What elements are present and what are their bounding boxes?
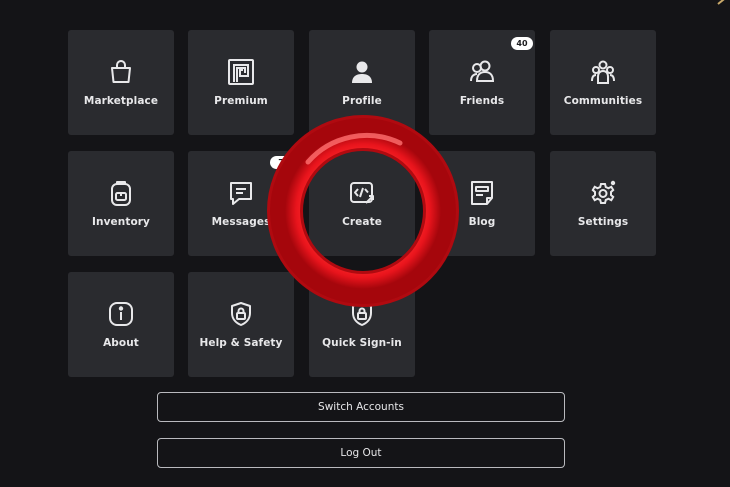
tile-label: Friends <box>459 95 505 107</box>
tile-settings[interactable]: Settings <box>550 151 656 256</box>
tile-label: About <box>103 337 139 349</box>
tile-blog[interactable]: Blog <box>429 151 535 256</box>
notification-badge: 40 <box>511 37 533 50</box>
message-icon <box>227 179 255 207</box>
shield-lock-icon <box>227 300 255 328</box>
tile-label: Blog <box>468 216 496 228</box>
tile-label: Premium <box>214 95 268 107</box>
tile-create[interactable]: Create <box>309 151 415 256</box>
tile-label: Marketplace <box>83 95 159 107</box>
notification-badge: 7 <box>270 156 292 169</box>
blog-icon <box>468 179 496 207</box>
tile-messages[interactable]: Messages 7 <box>188 151 294 256</box>
tile-label: Messages <box>211 216 271 228</box>
tile-label: Inventory <box>92 216 150 228</box>
menu-grid: Marketplace Premium Profile Friends 40 C… <box>68 30 656 377</box>
tile-label: Quick Sign-in <box>322 337 402 349</box>
tile-friends[interactable]: Friends 40 <box>429 30 535 135</box>
tile-premium[interactable]: Premium <box>188 30 294 135</box>
gear-icon <box>589 179 617 207</box>
shield-lock-icon <box>348 300 376 328</box>
tile-label: Help & Safety <box>199 337 283 349</box>
code-icon <box>348 179 376 207</box>
tile-about[interactable]: About <box>68 272 174 377</box>
info-icon <box>107 300 135 328</box>
tile-label: Settings <box>577 216 629 228</box>
tile-communities[interactable]: Communities <box>550 30 656 135</box>
corner-logo-icon <box>717 0 725 5</box>
communities-icon <box>589 58 617 86</box>
tile-label: Profile <box>342 95 382 107</box>
premium-icon <box>227 58 255 86</box>
tile-marketplace[interactable]: Marketplace <box>68 30 174 135</box>
tile-label: Communities <box>563 95 643 107</box>
user-icon <box>348 58 376 86</box>
tile-quick-sign-in[interactable]: Quick Sign-in <box>309 272 415 377</box>
tile-label: Create <box>342 216 382 228</box>
friends-icon <box>468 58 496 86</box>
tile-help-safety[interactable]: Help & Safety <box>188 272 294 377</box>
tile-profile[interactable]: Profile <box>309 30 415 135</box>
tile-inventory[interactable]: Inventory <box>68 151 174 256</box>
shopping-bag-icon <box>107 58 135 86</box>
backpack-icon <box>107 179 135 207</box>
log-out-button[interactable]: Log Out <box>157 438 565 468</box>
switch-accounts-button[interactable]: Switch Accounts <box>157 392 565 422</box>
